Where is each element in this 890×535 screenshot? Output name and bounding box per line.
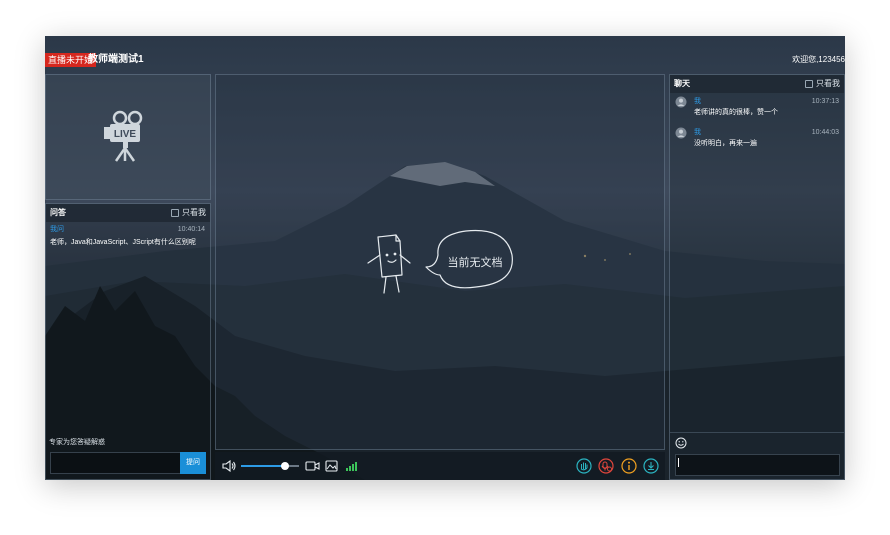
- info-icon[interactable]: [621, 458, 637, 474]
- volume-slider[interactable]: [241, 462, 299, 470]
- chat-message-user: 我: [694, 98, 701, 105]
- image-icon[interactable]: [325, 460, 338, 472]
- user-avatar-icon: [675, 96, 687, 108]
- chat-panel: 聊天 只看我 我 10:37:13 老师讲的真的很棒，赞一个 我 10:44:0…: [669, 74, 845, 480]
- download-icon[interactable]: [643, 458, 659, 474]
- live-classroom-window: 直播未开始 教师端测试1 欢迎您,123456 LIVE 问答 只看我 我问 1…: [45, 36, 845, 480]
- qa-submit-button[interactable]: 提问: [180, 452, 206, 474]
- chat-message-text: 老师讲的真的很棒，赞一个: [694, 109, 778, 116]
- volume-icon[interactable]: [222, 460, 236, 472]
- top-bar: 直播未开始 教师端测试1 欢迎您,123456: [45, 50, 845, 70]
- checkbox-icon[interactable]: [805, 80, 813, 88]
- qa-hint-text: 专家为您答疑解惑: [49, 439, 105, 446]
- signal-bar: [355, 462, 357, 471]
- microphone-icon[interactable]: [598, 458, 614, 474]
- qa-message-text: 老师，Java和JavaScript、JScript有什么区别呢: [50, 239, 196, 246]
- raise-hand-icon[interactable]: [576, 458, 592, 474]
- qa-title: 问答: [50, 208, 66, 217]
- no-document-illustration: 当前无文档: [367, 229, 513, 294]
- chat-message-text: 没听明白，再来一遍: [694, 140, 757, 147]
- volume-slider-fill: [241, 465, 285, 467]
- room-title: 教师端测试1: [88, 54, 144, 65]
- document-area: 当前无文档: [215, 74, 665, 450]
- chat-message-time: 10:37:13: [811, 98, 839, 105]
- no-document-text: 当前无文档: [448, 255, 503, 269]
- svg-text:LIVE: LIVE: [114, 129, 137, 140]
- chat-message-input[interactable]: [675, 454, 840, 476]
- chat-message-user: 我: [694, 129, 701, 136]
- qa-header: 问答 只看我: [46, 204, 210, 222]
- volume-slider-handle[interactable]: [280, 462, 289, 470]
- chat-divider: [670, 432, 844, 433]
- welcome-text: 欢迎您,123456: [792, 55, 845, 64]
- qa-message-user: 我问: [50, 226, 64, 233]
- signal-bars-icon: [346, 462, 357, 471]
- emoji-icon[interactable]: [675, 437, 687, 449]
- camera-icon[interactable]: [305, 460, 320, 472]
- signal-bar: [346, 468, 348, 471]
- qa-only-me-checkbox[interactable]: 只看我: [171, 207, 206, 219]
- player-controls: [215, 452, 665, 480]
- user-avatar-icon: [675, 127, 687, 139]
- signal-bar: [349, 466, 351, 471]
- checkbox-icon[interactable]: [171, 209, 179, 217]
- text-caret: [678, 458, 679, 467]
- video-panel: LIVE: [45, 74, 211, 200]
- chat-message-time: 10:44:03: [811, 129, 839, 136]
- video-camera-icon: LIVE: [104, 110, 143, 162]
- chat-only-me-checkbox[interactable]: 只看我: [805, 78, 840, 90]
- chat-header: 聊天 只看我: [670, 75, 844, 93]
- signal-bar: [352, 464, 354, 471]
- chat-only-me-label: 只看我: [816, 79, 840, 88]
- qa-message-time: 10:40:14: [177, 226, 205, 233]
- qa-question-input[interactable]: [50, 452, 181, 474]
- chat-title: 聊天: [674, 79, 690, 88]
- qa-only-me-label: 只看我: [182, 208, 206, 217]
